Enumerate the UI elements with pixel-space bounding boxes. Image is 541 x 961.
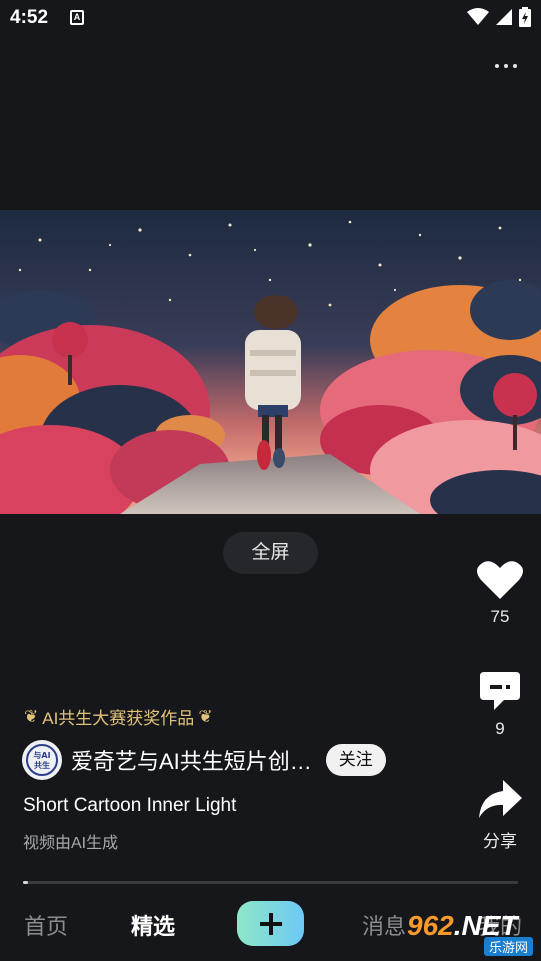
author-name[interactable]: 爱奇艺与AI共生短片创… [71,744,312,776]
watermark-logo: 962.NET 乐游网 [401,908,537,958]
svg-text:共生: 共生 [34,760,50,770]
more-options-icon[interactable] [491,56,521,76]
comment-count: 9 [495,719,505,738]
like-count: 75 [490,607,510,626]
status-time: 4:52 [10,7,49,28]
laurel-left-icon: ❦ [24,706,39,726]
fullscreen-button[interactable]: 全屏 [223,532,318,574]
avatar[interactable]: 与AI 共生 [22,740,62,780]
heart-icon [477,561,523,599]
share-label: 分享 [483,832,517,851]
comment-icon [480,672,520,710]
author-row: 与AI 共生 爱奇艺与AI共生短片创… 关注 [22,740,386,780]
comment-button[interactable]: 9 [470,670,530,739]
avatar-logo-icon: 与AI 共生 [23,741,61,779]
video-title: Short Cartoon Inner Light [23,795,237,816]
laurel-right-icon: ❦ [198,706,213,726]
video-progress-bar[interactable] [23,881,518,884]
video-frame [0,210,541,514]
signal-icon [496,9,512,25]
watermark-sub: 乐游网 [483,937,533,956]
award-text: AI共生大赛获奖作品 [42,709,195,728]
plus-icon [259,912,282,935]
like-button[interactable]: 75 [470,560,530,627]
battery-icon [519,7,531,27]
follow-button[interactable]: 关注 [325,744,386,776]
watermark-number: 962 [407,910,454,941]
screen: 4:52 A 全屏 75 9 分享 ❦ AI共生大赛获奖作品 ❦ 与AI 共生 … [0,0,541,961]
nav-messages[interactable]: 消息 [362,909,406,941]
video-subtitle: 视频由AI生成 [23,835,119,852]
award-badge: ❦ AI共生大赛获奖作品 ❦ [24,704,213,729]
nav-home[interactable]: 首页 [24,909,68,941]
app-notification-icon: A [70,10,84,25]
share-icon [479,780,522,818]
wifi-icon [467,8,489,25]
share-button[interactable]: 分享 [470,778,530,852]
status-bar: 4:52 A [0,0,541,38]
svg-text:与AI: 与AI [33,750,50,760]
video-progress-fill [23,881,28,884]
video-player[interactable] [0,210,541,514]
add-button[interactable] [237,901,304,946]
status-icons [467,7,531,27]
nav-featured[interactable]: 精选 [131,909,175,941]
